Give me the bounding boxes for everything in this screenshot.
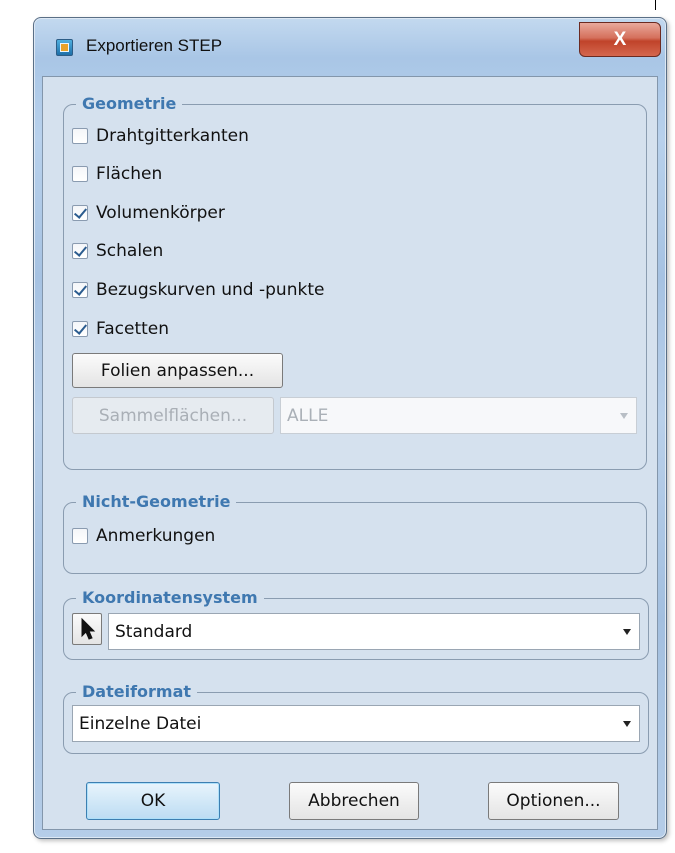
file-format-group: Dateiformat Einzelne Datei bbox=[63, 682, 649, 754]
facets-label: Facetten bbox=[96, 319, 170, 339]
shells-label: Schalen bbox=[96, 241, 164, 261]
surfaces-checkbox[interactable] bbox=[72, 166, 88, 182]
customize-layers-button[interactable]: Folien anpassen... bbox=[72, 353, 283, 388]
export-step-dialog: Exportieren STEP X Geometrie Drahtgitter… bbox=[33, 17, 667, 839]
ok-button[interactable]: OK bbox=[86, 782, 220, 820]
wireframe-edges-label: Drahtgitterkanten bbox=[96, 126, 249, 146]
option-wireframe-edges[interactable]: Drahtgitterkanten bbox=[72, 123, 249, 149]
solids-checkbox[interactable] bbox=[72, 205, 88, 221]
wireframe-edges-checkbox[interactable] bbox=[72, 128, 88, 144]
quilts-button[interactable]: Sammelflächen... bbox=[72, 397, 274, 434]
select-coordinate-system-button[interactable] bbox=[72, 613, 102, 645]
options-button[interactable]: Optionen... bbox=[488, 782, 619, 820]
geometry-group: Geometrie Drahtgitterkanten Flächen Volu… bbox=[63, 94, 647, 470]
window-title: Exportieren STEP bbox=[86, 36, 223, 55]
coordinate-system-select[interactable]: Standard bbox=[108, 613, 640, 650]
option-annotations[interactable]: Anmerkungen bbox=[72, 523, 215, 549]
corner-mark bbox=[655, 0, 656, 10]
file-format-value: Einzelne Datei bbox=[79, 713, 202, 734]
coordinate-system-value: Standard bbox=[115, 621, 193, 642]
option-solids[interactable]: Volumenkörper bbox=[72, 200, 225, 226]
close-button[interactable]: X bbox=[579, 22, 661, 57]
non-geometry-group-title: Nicht-Geometrie bbox=[76, 492, 237, 511]
option-facets[interactable]: Facetten bbox=[72, 316, 169, 342]
geometry-group-title: Geometrie bbox=[76, 94, 183, 113]
chevron-down-icon bbox=[623, 720, 631, 727]
file-format-group-title: Dateiformat bbox=[76, 682, 198, 701]
facets-checkbox[interactable] bbox=[72, 321, 88, 337]
app-icon bbox=[56, 39, 73, 56]
option-datum-curves[interactable]: Bezugskurven und -punkte bbox=[72, 277, 324, 303]
pointer-icon bbox=[81, 617, 96, 640]
option-surfaces[interactable]: Flächen bbox=[72, 161, 162, 187]
solids-label: Volumenkörper bbox=[96, 203, 225, 223]
title-bar[interactable]: Exportieren STEP X bbox=[34, 18, 666, 76]
datum-curves-checkbox[interactable] bbox=[72, 282, 88, 298]
annotations-label: Anmerkungen bbox=[96, 526, 216, 546]
coordinate-system-group-title: Koordinatensystem bbox=[76, 588, 264, 607]
dialog-body: Geometrie Drahtgitterkanten Flächen Volu… bbox=[42, 76, 658, 830]
chevron-down-icon bbox=[620, 412, 628, 419]
option-shells[interactable]: Schalen bbox=[72, 238, 163, 264]
annotations-checkbox[interactable] bbox=[72, 528, 88, 544]
shells-checkbox[interactable] bbox=[72, 243, 88, 259]
quilts-select-value: ALLE bbox=[287, 405, 329, 426]
non-geometry-group: Nicht-Geometrie Anmerkungen bbox=[63, 492, 647, 574]
datum-curves-label: Bezugskurven und -punkte bbox=[96, 280, 325, 300]
coordinate-system-group: Koordinatensystem Standard bbox=[63, 588, 649, 660]
chevron-down-icon bbox=[623, 628, 631, 635]
quilts-select[interactable]: ALLE bbox=[280, 397, 637, 434]
cancel-button[interactable]: Abbrechen bbox=[289, 782, 419, 820]
file-format-select[interactable]: Einzelne Datei bbox=[72, 705, 640, 742]
surfaces-label: Flächen bbox=[96, 164, 163, 184]
